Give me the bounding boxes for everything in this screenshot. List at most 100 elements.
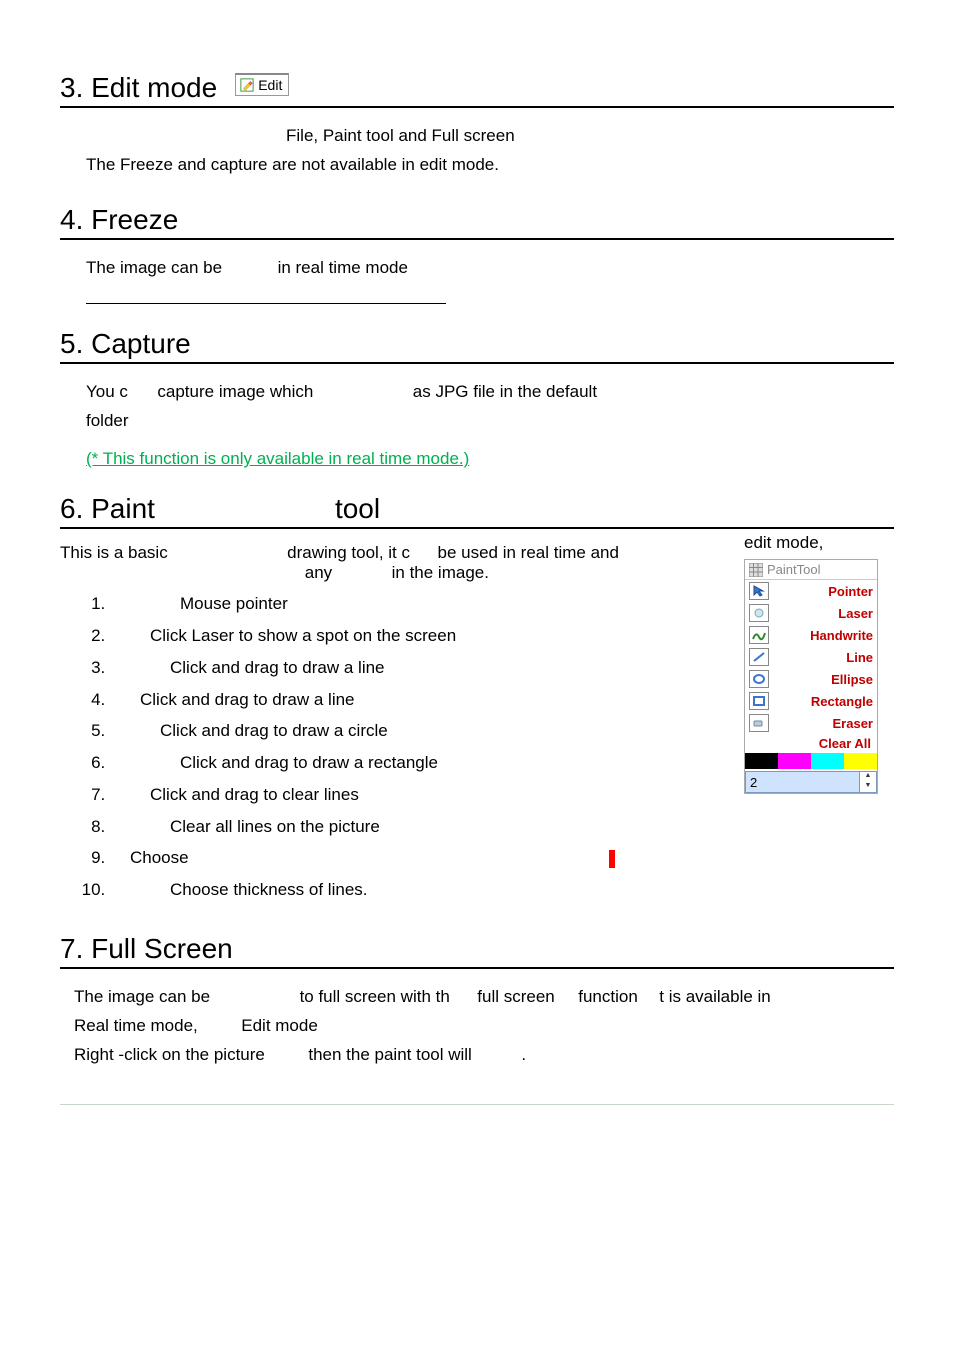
section-6-heading: 6. Paint tool [60, 493, 894, 529]
paint-list-item: Mouse pointer [110, 589, 724, 619]
paint-toolbox-title: PaintTool [745, 560, 877, 580]
paint-list-item-text: Mouse pointer [180, 594, 288, 613]
s7-2b: Edit mode [241, 1016, 318, 1035]
thickness-spinner[interactable]: 2 ▲ ▼ [745, 771, 877, 793]
paint-list-item-text: Click and drag to draw a rectangle [180, 753, 438, 772]
paint-tool-row-label: Line [846, 650, 873, 665]
s6-intro2-b: in the image. [392, 563, 489, 582]
s7-3c: . [521, 1045, 526, 1064]
paint-list-item: Choose thickness of lines. [110, 875, 724, 905]
pencil-icon [240, 78, 254, 92]
s3-line2: The Freeze and capture are not available… [86, 151, 894, 180]
color-swatches[interactable] [745, 753, 877, 769]
color-swatch[interactable] [811, 753, 844, 769]
realtime-note: (* This function is only available in re… [86, 449, 894, 469]
section-7-heading: 7. Full Screen [60, 933, 894, 969]
section-7-body: The image can be to full screen with th … [74, 983, 894, 1070]
color-swatch[interactable] [844, 753, 877, 769]
s6-intro-a: This is a basic [60, 543, 168, 562]
s5-b: capture image which [157, 382, 313, 401]
ellipse-icon [749, 670, 769, 688]
s7-1a: The image can be [74, 987, 210, 1006]
rectangle-icon [749, 692, 769, 710]
paint-list-item-text: Click and drag to clear lines [150, 785, 359, 804]
paint-tool-rectangle[interactable]: Rectangle [745, 690, 877, 712]
s7-3b: then the paint tool will [308, 1045, 472, 1064]
section-3-heading: 3. Edit mode Edit [60, 72, 894, 108]
paint-list-item-text: Click Laser to show a spot on the screen [150, 626, 456, 645]
paint-list-item-text: Clear all lines on the picture [170, 817, 380, 836]
paint-tool-line[interactable]: Line [745, 646, 877, 668]
paint-list-item: Choose [110, 843, 724, 873]
thickness-spin-buttons[interactable]: ▲ ▼ [859, 772, 876, 792]
s7-1b: to full screen with th [300, 987, 450, 1006]
section-7-title: 7. Full Screen [60, 933, 233, 965]
paint-tool-pointer[interactable]: Pointer [745, 580, 877, 602]
color-swatch[interactable] [778, 753, 811, 769]
spin-up-icon[interactable]: ▲ [860, 772, 876, 782]
paint-list-item: Clear all lines on the picture [110, 812, 724, 842]
section-6-body: This is a basic drawing tool, it c be us… [60, 533, 724, 907]
grid-icon [749, 563, 763, 577]
section-5-title: 5. Capture [60, 328, 191, 360]
paint-list-item: Click and drag to draw a rectangle [110, 748, 724, 778]
paint-tool-handwrite[interactable]: Handwrite [745, 624, 877, 646]
eraser-icon [749, 714, 769, 732]
paint-list-item-text: Choose [130, 848, 189, 867]
section-5-heading: 5. Capture [60, 328, 894, 364]
color-swatch[interactable] [745, 753, 778, 769]
paint-tool-ellipse[interactable]: Ellipse [745, 668, 877, 690]
section-5-body: You c capture image which as JPG file in… [86, 378, 894, 436]
section-6-title-a: 6. Paint [60, 493, 155, 525]
paint-list-item-text: Click and drag to draw a line [140, 690, 355, 709]
paint-tool-eraser[interactable]: Eraser [745, 712, 877, 734]
laser-icon [749, 604, 769, 622]
paint-list-item-text: Click and drag to draw a circle [160, 721, 388, 740]
paint-tool-row-label: Laser [838, 606, 873, 621]
section-3-body: File, Paint tool and Full screen The Fre… [86, 122, 894, 180]
paint-tool-row-label: Clear All [819, 736, 871, 751]
s3-line1: File, Paint tool and Full screen [286, 122, 894, 151]
spin-down-icon[interactable]: ▼ [860, 782, 876, 792]
edit-mode-badge: Edit [235, 73, 289, 96]
s5-a: You c [86, 382, 128, 401]
paint-tool-clear-all[interactable]: Clear All [745, 734, 877, 753]
paint-list-item-text: Click and drag to draw a line [170, 658, 385, 677]
footer-rule [60, 1104, 894, 1105]
s6-intro2-a: any [305, 563, 332, 582]
s6-intro-b: drawing tool, it c [287, 543, 410, 562]
s7-1e: t is available in [659, 987, 771, 1006]
section-6-title-b: tool [335, 493, 380, 525]
section-4-body: The image can be in real time mode [86, 254, 894, 283]
s7-2a: Real time mode, [74, 1016, 198, 1035]
s6-intro-c: be used in real time and [437, 543, 618, 562]
paint-list-item-text: Choose thickness of lines. [170, 880, 368, 899]
handwrite-icon [749, 626, 769, 644]
red-marker-icon [609, 850, 615, 868]
paint-list-item: Click and drag to draw a line [110, 685, 724, 715]
s7-3a: Right -click on the picture [74, 1045, 265, 1064]
paint-tool-row-label: Eraser [833, 716, 873, 731]
s7-1c: full screen [477, 987, 554, 1006]
paint-tool-laser[interactable]: Laser [745, 602, 877, 624]
edit-badge-label: Edit [258, 77, 282, 93]
paint-toolbox: PaintTool Pointer Laser Handwrite Line Ellip… [744, 559, 878, 794]
line-icon [749, 648, 769, 666]
section-4-title: 4. Freeze [60, 204, 178, 236]
section-3-title: 3. Edit mode [60, 72, 217, 104]
paint-tool-row-label: Pointer [828, 584, 873, 599]
paint-tool-row-label: Handwrite [810, 628, 873, 643]
divider-rule [86, 303, 446, 304]
thickness-value[interactable]: 2 [746, 772, 859, 792]
section-4-heading: 4. Freeze [60, 204, 894, 240]
edit-mode-label: edit mode, [744, 533, 894, 553]
paint-list-item: Click and drag to draw a circle [110, 716, 724, 746]
paint-tool-row-label: Rectangle [811, 694, 873, 709]
s7-1d: function [578, 987, 638, 1006]
paint-list-item: Click Laser to show a spot on the screen [110, 621, 724, 651]
paint-toolbox-title-text: PaintTool [767, 562, 820, 577]
paint-tool-row-label: Ellipse [831, 672, 873, 687]
s4-b: in real time mode [278, 258, 408, 277]
paint-list-item: Click and drag to draw a line [110, 653, 724, 683]
s5-c: as JPG file in the default [413, 382, 597, 401]
